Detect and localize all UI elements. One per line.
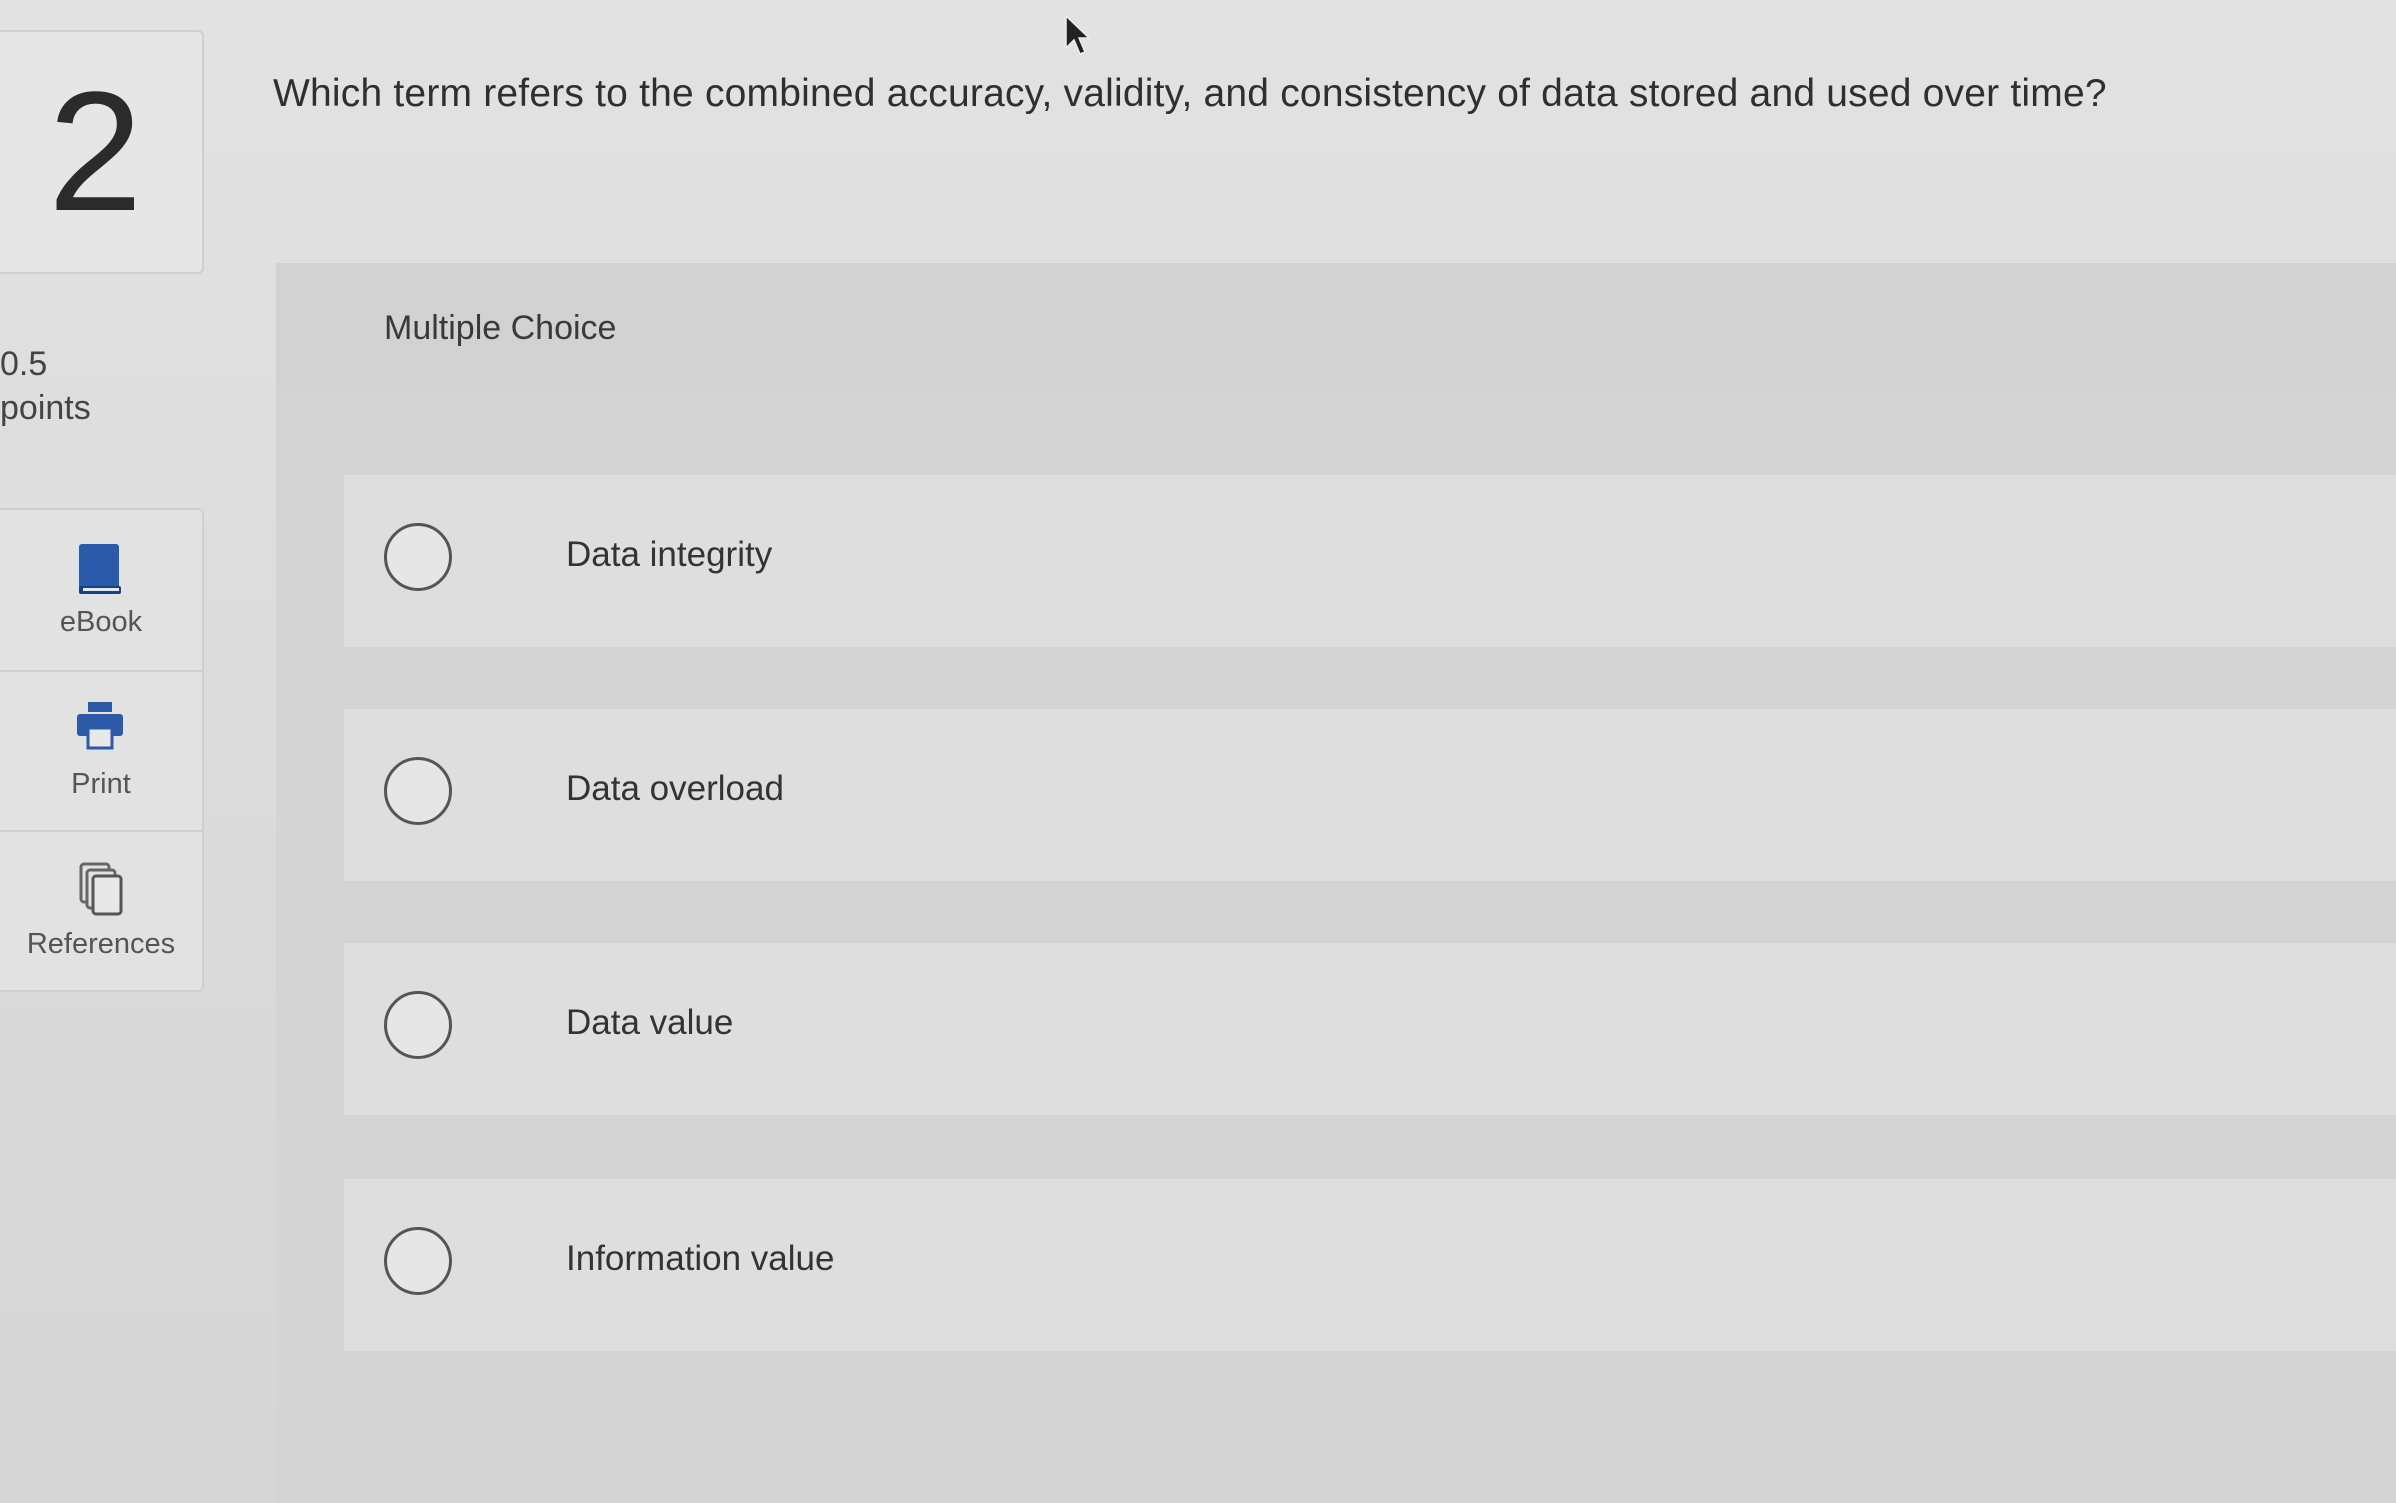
question-type-label: Multiple Choice (384, 309, 617, 347)
answer-option[interactable]: Data integrity (344, 475, 2396, 647)
ebook-label: eBook (59, 606, 143, 638)
question-number: 2 (48, 57, 143, 247)
question-type-header: Multiple Choice (276, 263, 2396, 393)
print-button[interactable]: Print (0, 670, 202, 830)
answer-option-label: Data integrity (566, 535, 773, 574)
answer-option-label: Information value (566, 1239, 835, 1278)
ebook-button[interactable]: eBook (0, 510, 202, 668)
printer-icon (77, 702, 123, 750)
mouse-cursor-icon (1065, 14, 1090, 55)
question-prompt: Which term refers to the combined accura… (273, 72, 2107, 115)
points-label: points (0, 389, 91, 427)
question-tools-panel: eBook Print References (0, 508, 204, 992)
question-number-box: 2 (0, 30, 204, 274)
radio-button[interactable] (384, 1227, 452, 1295)
book-icon (79, 544, 121, 594)
print-label: Print (71, 768, 131, 800)
radio-button[interactable] (384, 523, 452, 591)
answer-option-label: Data overload (566, 769, 784, 808)
answer-option[interactable]: Data overload (344, 709, 2396, 881)
references-button[interactable]: References (0, 830, 202, 990)
radio-button[interactable] (384, 991, 452, 1059)
answer-option-label: Data value (566, 1003, 734, 1042)
documents-icon (79, 862, 123, 916)
quiz-page: 2 0.5 points eBook Print References Whic… (0, 0, 2396, 1503)
answer-area: Multiple Choice Data integrity Data over… (276, 263, 2396, 1503)
radio-button[interactable] (384, 757, 452, 825)
points-value: 0.5 (0, 345, 48, 383)
points-info: 0.5 points (0, 342, 91, 430)
answer-option[interactable]: Data value (344, 943, 2396, 1115)
references-label: References (26, 928, 176, 960)
answer-option[interactable]: Information value (344, 1179, 2396, 1351)
